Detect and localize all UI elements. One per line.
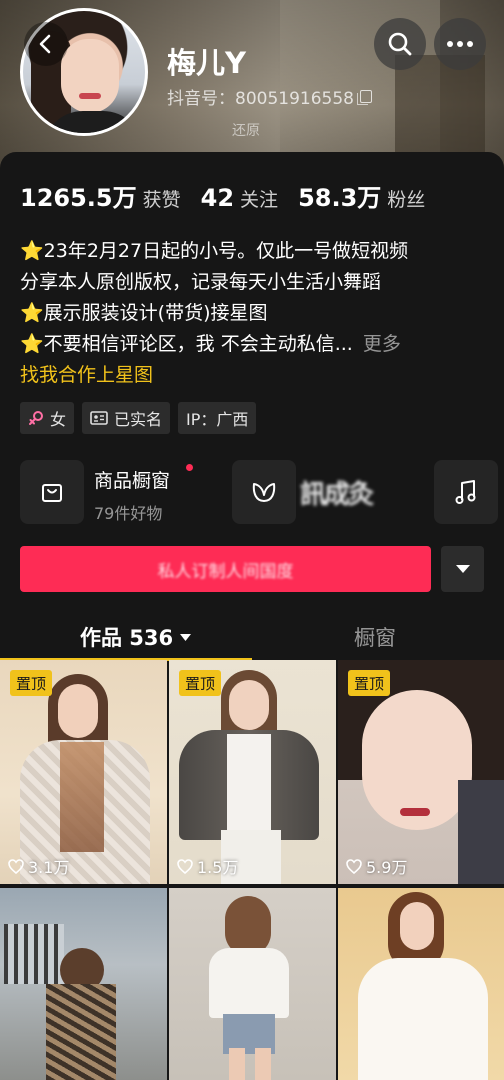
more-dots-icon [447,41,473,47]
heart-outline-icon [8,858,24,874]
follow-button-blurred-label: 私人订制人间国度 [157,561,294,582]
music-note-icon [455,480,476,504]
restore-label[interactable]: 还原 [232,120,260,140]
heart-outline-icon [177,858,193,874]
shopping-bag-icon [42,484,62,502]
profile-stats: 1265.5万 获赞 42 关注 58.3万 粉丝 [20,178,445,213]
profile-tags: 女 已实名 IP：广西 [20,402,257,434]
video-likes: 1.5万 [177,854,238,878]
video-likes: 5.9万 [346,854,407,878]
douyin-id-row[interactable]: 抖音号：80051916558 [167,84,372,109]
pinned-badge: 置顶 [348,670,391,696]
search-icon [388,32,412,56]
likes-count: 1265.5万 [20,184,137,212]
video-thumbnail[interactable]: 置顶 1.5万 [169,660,336,884]
shop-window-title[interactable]: 商品橱窗 [94,466,170,493]
more-button[interactable] [434,18,486,70]
tab-works[interactable]: 作品 536 [80,622,192,652]
follow-button[interactable]: 私人订制人间国度 [20,546,431,592]
profile-nickname: 梅儿Y [167,46,246,80]
video-likes: 3.1万 [8,854,69,878]
caret-down-icon [180,633,192,641]
likes-label: 获赞 [142,189,181,211]
back-button[interactable] [24,22,68,66]
video-likes-count: 5.9万 [366,858,408,877]
tab-window-label: 橱窗 [354,626,396,650]
pinned-badge: 置顶 [10,670,53,696]
shop-window-button[interactable] [20,460,84,524]
bio-line: ⭐展示服装设计(带货)接星图 [20,302,268,324]
dropdown-button[interactable] [441,546,484,592]
shop-window-subtitle[interactable]: 79件好物 [94,500,162,524]
video-thumbnail[interactable]: 置顶 5.9万 [338,660,504,884]
ip-tag: IP：广西 [178,402,257,434]
butterfly-app-button[interactable] [232,460,296,524]
notification-dot [186,464,193,471]
music-button[interactable] [434,460,498,524]
video-likes-count: 1.5万 [197,858,239,877]
copy-icon[interactable] [356,90,372,105]
verified-tag: 已实名 [82,402,171,434]
bio-line-truncated: ⭐不要相信评论区，我 不会主动私信... 更多 [20,329,490,360]
tab-window[interactable]: 橱窗 [354,622,396,652]
video-likes-count: 3.1万 [28,858,70,877]
following-label[interactable]: 关注 [240,185,278,212]
followers-count[interactable]: 58.3万 [298,178,381,213]
ip-text: IP：广西 [186,410,249,429]
verified-text: 已实名 [114,410,163,429]
video-thumbnail[interactable] [0,888,167,1080]
female-icon [29,411,43,425]
gender-text: 女 [50,410,67,429]
bio-more-link[interactable]: 更多 [363,333,401,355]
heart-outline-icon [346,858,362,874]
pinned-badge: 置顶 [179,670,222,696]
tab-works-label: 作品 536 [80,626,174,650]
video-grid: 置顶 3.1万 置顶 1.5万 置顶 5.9万 [0,660,504,1080]
bio-line: ⭐不要相信评论区，我 不会主动私信... [20,333,353,355]
caret-down-icon [455,565,470,573]
search-button[interactable] [374,18,426,70]
profile-tools-row: 商品橱窗 79件好物 訊成灸 [0,456,504,526]
id-card-icon [90,411,108,425]
video-thumbnail[interactable] [338,888,504,1080]
video-thumbnail[interactable]: 置顶 3.1万 [0,660,167,884]
chevron-left-icon [39,34,51,54]
butterfly-icon [252,483,276,502]
bio-line: ⭐23年2月27日起的小号。仅此一号做短视频 [20,240,409,262]
video-thumbnail[interactable] [169,888,336,1080]
blurred-app-name: 訊成灸 [300,480,374,510]
bio-line: 分享本人原创版权，记录每天小生活小舞蹈 [20,271,382,293]
cooperation-link[interactable]: 找我合作上星图 [20,360,490,391]
following-count[interactable]: 42 [201,184,234,212]
gender-tag: 女 [20,402,75,434]
profile-bio: ⭐23年2月27日起的小号。仅此一号做短视频 分享本人原创版权，记录每天小生活小… [20,236,490,391]
douyin-id-text: 抖音号：80051916558 [167,89,354,109]
content-tabs: 作品 536 橱窗 [0,612,504,661]
followers-label[interactable]: 粉丝 [387,185,425,212]
